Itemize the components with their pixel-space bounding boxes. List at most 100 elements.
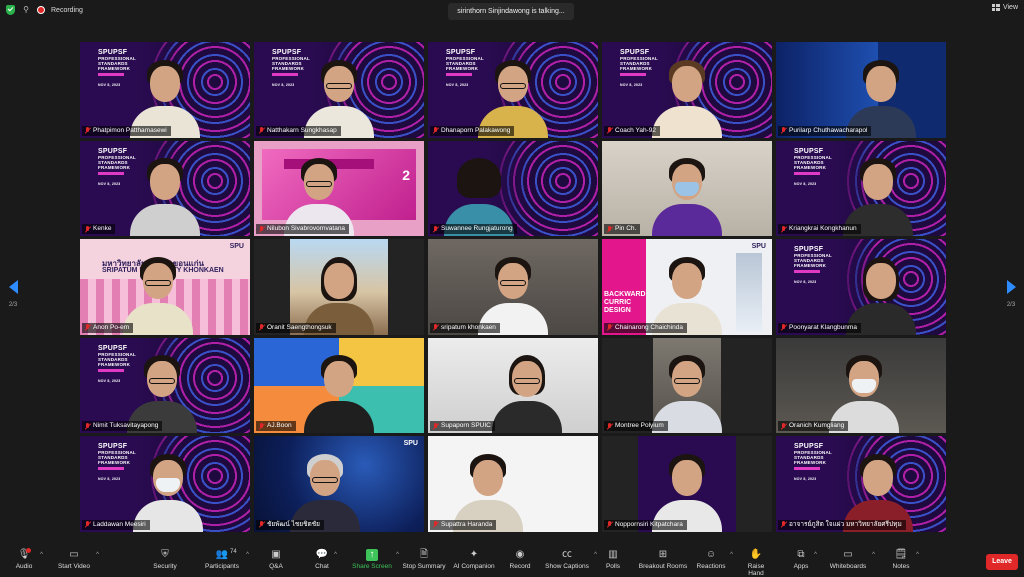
chat-button[interactable]: 💬 Chat ^	[314, 548, 337, 574]
reactions-button[interactable]: ☺ Reactions ^	[696, 548, 733, 574]
participants-button[interactable]: 👥 74 Participants ^	[202, 548, 249, 574]
qa-icon: ▣	[271, 549, 281, 560]
reactions-options-caret[interactable]: ^	[730, 552, 733, 558]
mic-muted-icon	[433, 422, 438, 430]
microphone-icon: 🎙	[17, 549, 31, 560]
banner-line: PROFESSIONAL	[794, 154, 832, 160]
breakout-rooms-icon: ⊞	[658, 549, 668, 560]
video-tile[interactable]: Suwannee Rungjaturong	[428, 140, 598, 237]
banner-line: FRAMEWORK	[98, 460, 131, 466]
apps-options-caret[interactable]: ^	[814, 552, 817, 558]
mic-muted-icon	[433, 521, 438, 528]
raise-hand-button[interactable]: ✋ Raise Hand	[740, 548, 772, 577]
participant-name-tag: Dhanaporn Palakawong	[430, 125, 515, 136]
audio-options-caret[interactable]: ^	[40, 552, 43, 558]
participant-video	[491, 347, 562, 434]
mic-muted-icon	[433, 225, 438, 233]
polls-icon: ▥	[608, 549, 618, 560]
breakout-rooms-button[interactable]: ⊞ Breakout Rooms	[638, 548, 688, 574]
mic-muted-icon	[259, 324, 264, 331]
whiteboard-icon: ▭	[843, 549, 853, 560]
previous-page-button[interactable]: 2/3	[2, 278, 24, 314]
qa-button[interactable]: ▣ Q&A	[266, 548, 286, 574]
encryption-shield-icon[interactable]	[6, 5, 15, 15]
participant-name-tag: Nilubon Sivabrovornvatana	[256, 224, 350, 235]
captions-options-caret[interactable]: ^	[594, 552, 597, 558]
video-tile[interactable]: มหาวิทยาลัยศรีปทุม ขอนแก่น SRIPATUM UNIV…	[80, 239, 250, 335]
participant-name-tag: Kenke	[82, 224, 116, 235]
video-tile[interactable]: SPUPSF PROFESSIONAL STANDARDS FRAMEWORK …	[80, 42, 250, 138]
video-tile[interactable]: SPUPSF PROFESSIONAL STANDARDS FRAMEWORK …	[80, 436, 250, 532]
video-tile[interactable]: Pin Ch.	[602, 140, 772, 237]
banner-line: FRAMEWORK	[794, 460, 827, 466]
apps-button[interactable]: ⧉ Apps ^	[792, 548, 817, 574]
participant-name-tag: อาจารย์ภูสิต ใจแผ่ว มหาวิทยาลัยศรีปทุม	[778, 519, 906, 530]
video-tile[interactable]: sripatum khonkaen	[428, 239, 598, 335]
recording-icon[interactable]	[37, 6, 45, 14]
video-tile[interactable]: Supaporn SPUIC	[428, 337, 598, 434]
video-tile[interactable]: Noppornsiri Kitpatchara	[602, 436, 772, 532]
video-tile[interactable]: SPUPSF PROFESSIONAL STANDARDS FRAMEWORK …	[80, 140, 250, 237]
security-button[interactable]: ⛨ Security	[150, 548, 180, 574]
video-tile[interactable]: Purilarp Chuthawacharapol	[776, 42, 946, 138]
whiteboards-options-caret[interactable]: ^	[872, 552, 875, 558]
audio-button[interactable]: 🎙 Audio ^	[12, 548, 43, 574]
participant-name: Chainarong Chaichinda	[615, 323, 683, 331]
show-captions-button[interactable]: ㏄ Show Captions ^	[544, 548, 597, 574]
video-tile[interactable]: SPU ชัยพัฒน์ ไชยชิตชัย	[254, 436, 424, 532]
video-tile[interactable]: SPUPSF PROFESSIONAL STANDARDS FRAMEWORK …	[776, 140, 946, 237]
share-screen-icon: ↑	[366, 549, 378, 561]
chat-options-caret[interactable]: ^	[334, 552, 337, 558]
share-screen-button[interactable]: ↑ Share Screen ^	[352, 548, 399, 574]
participant-name: Coach Yah-92	[615, 126, 656, 134]
video-tile[interactable]: SPUPSF PROFESSIONAL STANDARDS FRAMEWORK …	[80, 337, 250, 434]
participant-name: Supaporn SPUIC	[441, 422, 491, 430]
participant-name-tag: ชัยพัฒน์ ไชยชิตชัย	[256, 519, 324, 530]
video-tile[interactable]: Supattra Haranda	[428, 436, 598, 532]
raise-hand-label: Raise Hand	[747, 563, 765, 577]
polls-button[interactable]: ▥ Polls	[604, 548, 622, 574]
video-tile[interactable]: SPUPSF PROFESSIONAL STANDARDS FRAMEWORK …	[602, 42, 772, 138]
next-page-button[interactable]: 2/3	[1000, 278, 1022, 314]
record-button[interactable]: ◉ Record	[508, 548, 532, 574]
video-tile[interactable]: SPUPSF PROFESSIONAL STANDARDS FRAMEWORK …	[254, 42, 424, 138]
event-banner: SPUPSF PROFESSIONAL STANDARDS FRAMEWORK …	[98, 443, 136, 483]
leave-button[interactable]: Leave	[986, 554, 1018, 570]
spu-logo: SPU	[403, 440, 418, 448]
video-tile[interactable]: SPUPSF PROFESSIONAL STANDARDS FRAMEWORK …	[776, 436, 946, 532]
participant-name-tag: AJ.Boon	[256, 421, 296, 432]
notes-button[interactable]: 🗒 Notes ^	[890, 548, 920, 574]
book-cover: BACKWARD CURRIC DESIGN	[602, 239, 646, 335]
video-tile[interactable]: Montree Polyium	[602, 337, 772, 434]
banner-title: SPUPSF	[794, 246, 824, 254]
meeting-info-icon[interactable]: ⚲	[21, 5, 31, 15]
ai-companion-button[interactable]: ✦ AI Companion	[452, 548, 496, 574]
video-tile[interactable]: BACKWARD CURRIC DESIGN SPU Chainarong Ch…	[602, 239, 772, 335]
breakout-rooms-label: Breakout Rooms	[638, 563, 688, 570]
notes-options-caret[interactable]: ^	[916, 552, 919, 558]
video-tile[interactable]: Oranich Kumgliang	[776, 337, 946, 434]
participants-label: Participants	[205, 563, 239, 570]
notes-label: Notes	[892, 563, 910, 570]
participant-name-tag: Supaporn SPUIC	[430, 421, 495, 432]
participant-name-tag: Pin Ch.	[604, 224, 641, 235]
video-tile[interactable]: SPUPSF PROFESSIONAL STANDARDS FRAMEWORK …	[776, 239, 946, 335]
participant-name: Natthakarn Sungkhasap	[267, 126, 337, 134]
participant-name-tag: Oranich Kumgliang	[778, 421, 849, 432]
mic-muted-icon	[607, 225, 612, 233]
background-building	[736, 253, 762, 332]
participants-options-caret[interactable]: ^	[246, 552, 249, 558]
share-options-caret[interactable]: ^	[396, 552, 399, 558]
captions-icon: ㏄	[562, 549, 572, 560]
stop-summary-button[interactable]: 🗎 Stop Summary	[402, 548, 446, 574]
video-tile[interactable]: SPUPSF PROFESSIONAL STANDARDS FRAMEWORK …	[428, 42, 598, 138]
video-options-caret[interactable]: ^	[96, 552, 99, 558]
video-tile[interactable]: 2 Nilubon Sivabrovornvatana	[254, 140, 424, 237]
video-tile[interactable]: AJ.Boon	[254, 337, 424, 434]
whiteboards-button[interactable]: ▭ Whiteboards ^	[828, 548, 875, 574]
view-button[interactable]: View	[991, 4, 1018, 11]
arrow-left-icon	[8, 280, 18, 294]
start-video-button[interactable]: ▭ Start Video ^	[56, 548, 99, 574]
video-tile[interactable]: Oranit Saengthongsuk	[254, 239, 424, 335]
slide-number: 2	[402, 166, 410, 183]
